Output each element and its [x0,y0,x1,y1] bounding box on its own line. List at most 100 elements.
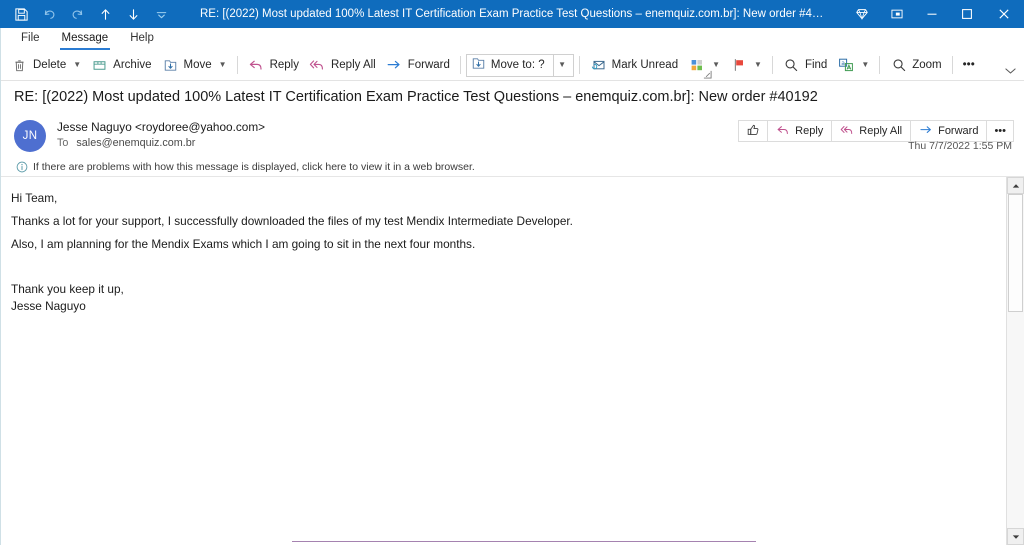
mark-unread-button[interactable]: Mark Unread [585,53,683,78]
avatar[interactable]: JN [14,120,46,152]
collapse-ribbon-icon[interactable] [1005,67,1016,77]
reply-label: Reply [269,59,299,71]
chevron-down-icon[interactable]: ▼ [73,61,81,69]
chevron-down-icon[interactable]: ▼ [712,61,720,69]
body-paragraph: Also, I am planning for the Mendix Exams… [11,237,476,251]
previous-item-icon[interactable] [92,2,118,26]
reply-button[interactable]: Reply [243,53,304,78]
tab-help[interactable]: Help [119,28,165,50]
move-label: Move [183,59,212,71]
forward-button[interactable]: Forward [381,53,455,78]
customize-quick-access-icon[interactable] [148,2,174,26]
thumbs-up-icon [746,123,760,140]
move-to-quickstep[interactable]: Move to: ? ▼ [465,53,574,77]
to-label: To [57,137,69,149]
delete-button[interactable]: Delete ▼ [6,53,86,78]
window-controls [844,0,1024,28]
like-button[interactable] [738,120,769,142]
forward-arrow-icon [919,123,933,140]
reply-arrow-icon [776,123,790,140]
translate-icon: a [837,57,854,74]
message-body[interactable]: Hi Team, Thanks a lot for your support, … [0,177,1006,545]
header-more-label: ••• [994,125,1006,137]
subject-row: RE: [(2022) Most updated 100% Latest IT … [0,81,1024,113]
move-folder-icon [162,57,179,74]
header-forward-button[interactable]: Forward [910,120,988,142]
chevron-down-icon[interactable]: ▼ [861,61,869,69]
chevron-down-icon[interactable]: ▼ [552,53,569,77]
zoom-button[interactable]: Zoom [885,53,946,78]
minimize-icon[interactable] [914,0,949,28]
forward-label: Forward [407,59,450,71]
mark-unread-envelope-icon [590,57,607,74]
tab-help-label: Help [130,32,154,44]
find-label: Find [804,59,828,71]
tab-message[interactable]: Message [51,28,120,50]
chevron-down-icon[interactable]: ▼ [754,61,762,69]
scrollbar-thumb[interactable] [1008,194,1023,312]
redo-icon[interactable] [64,2,90,26]
tab-file[interactable]: File [10,28,51,50]
present-icon[interactable] [879,0,914,28]
translate-button[interactable]: a ▼ [832,53,874,78]
follow-up-flag-button[interactable]: ▼ [725,53,767,78]
message-actions: Reply Reply All Forward ••• [738,119,1014,142]
archive-label: Archive [113,59,152,71]
body-paragraph: Hi Team, [11,191,58,205]
recipient-row: To sales@enemquiz.com.br [57,136,265,151]
find-button[interactable]: Find [778,53,832,78]
sender-name[interactable]: Jesse Naguyo <roydoree@yahoo.com> [57,120,265,135]
header-reply-all-button[interactable]: Reply All [831,120,912,142]
info-icon [15,160,28,173]
archive-icon [91,57,108,74]
tab-file-label: File [21,32,40,44]
reply-all-arrow-icon [309,57,326,74]
save-icon[interactable] [8,2,34,26]
move-to-folder-icon [471,56,486,74]
ribbon-more-button[interactable]: ••• [958,53,980,78]
divider [879,56,881,74]
maximize-icon[interactable] [949,0,984,28]
close-icon[interactable] [984,0,1024,28]
delete-label: Delete [33,59,67,71]
move-to-label: Move to: ? [490,59,545,71]
header-more-button[interactable]: ••• [986,120,1014,142]
info-bar[interactable]: If there are problems with how this mess… [0,157,1024,176]
body-paragraph: Thanks a lot for your support, I success… [11,214,573,228]
reply-all-button[interactable]: Reply All [304,53,381,78]
scroll-up-icon[interactable] [1007,177,1024,194]
header-reply-all-label: Reply All [859,125,903,137]
archive-button[interactable]: Archive [86,53,156,78]
scroll-down-icon[interactable] [1007,528,1024,545]
trash-icon [11,57,28,74]
divider [771,56,773,74]
signature-name: Jesse Naguyo [11,299,86,313]
chevron-down-icon[interactable]: ▼ [219,61,227,69]
header-reply-button[interactable]: Reply [767,120,833,142]
move-button[interactable]: Move ▼ [157,53,232,78]
tags-dialog-launcher-icon[interactable] [703,70,712,81]
undo-icon[interactable] [36,2,62,26]
message-body-area: Hi Team, Thanks a lot for your support, … [0,176,1024,545]
reply-arrow-icon [248,57,265,74]
recipient-address[interactable]: sales@enemquiz.com.br [76,137,195,149]
outlook-message-window: RE: [(2022) Most updated 100% Latest IT … [0,0,1024,545]
divider [459,56,461,74]
gem-icon[interactable] [844,0,879,28]
divider [951,56,953,74]
sender-block: Jesse Naguyo <roydoree@yahoo.com> To sal… [57,119,265,151]
search-icon [783,57,800,74]
ribbon-more-label: ••• [962,59,975,71]
signature-line: Thank you keep it up, [11,282,124,296]
quick-access-toolbar [0,2,174,26]
reply-all-label: Reply All [330,59,376,71]
zoom-label: Zoom [912,59,942,71]
scrollbar-track[interactable] [1007,194,1024,528]
info-bar-text: If there are problems with how this mess… [33,160,475,173]
ribbon-tabs: File Message Help [0,28,1024,50]
divider [578,56,580,74]
header-forward-label: Forward [938,125,979,137]
body-scrollbar[interactable] [1006,177,1024,545]
message-header: JN Jesse Naguyo <roydoree@yahoo.com> To … [0,113,1024,157]
next-item-icon[interactable] [120,2,146,26]
